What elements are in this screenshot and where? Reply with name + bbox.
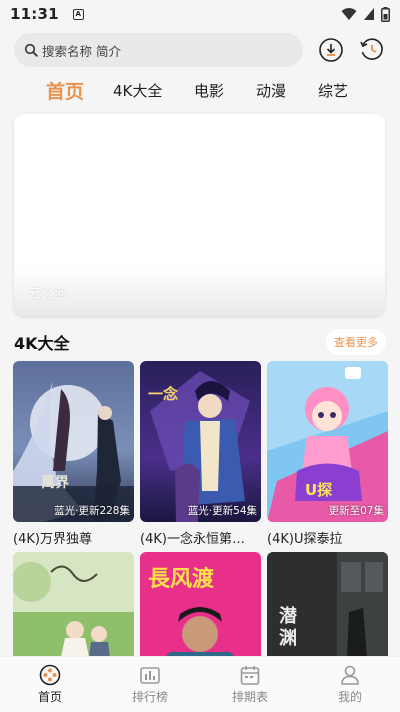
tab-home[interactable]: 首页 — [46, 76, 84, 104]
search-placeholder: 搜索名称 简介 — [42, 43, 121, 59]
category-tabs: 首页 4K大全 电影 动漫 综艺 — [0, 76, 400, 104]
update-badge: 蓝光·更新54集 — [187, 505, 257, 517]
banner-carousel[interactable]: 云之羽 — [14, 114, 385, 316]
nav-schedule[interactable]: 排期表 — [200, 657, 300, 712]
nav-ranking[interactable]: 排行榜 — [100, 657, 200, 712]
bottom-navigation: 首页 排行榜 排期表 我的 — [0, 656, 400, 712]
status-bar: 11:31 A — [0, 0, 400, 28]
card-title: (4K)万界独尊 — [13, 532, 92, 547]
card-title: (4K)一念永恒第… — [140, 532, 245, 547]
calendar-icon — [240, 666, 260, 685]
poster-image: U探 更新至07集 — [267, 361, 388, 522]
video-card[interactable]: 長风渡 — [140, 552, 261, 657]
poster-image: 一念 蓝光·更新54集 — [140, 361, 261, 522]
tab-variety[interactable]: 综艺 — [318, 76, 348, 104]
view-more-button[interactable]: 查看更多 — [326, 329, 386, 355]
card-title: (4K)U探泰拉 — [267, 532, 343, 547]
nav-schedule-label: 排期表 — [231, 690, 268, 704]
update-badge: 蓝光·更新228集 — [54, 505, 130, 517]
status-icons — [341, 6, 390, 22]
video-card[interactable]: 潜 渊 — [267, 552, 388, 657]
user-icon — [341, 665, 359, 685]
history-icon — [359, 38, 383, 60]
notification-icon: A — [72, 8, 84, 20]
cellular-icon — [364, 8, 374, 20]
search-icon — [24, 43, 38, 57]
video-card[interactable]: 一念 蓝光·更新54集 (4K)一念永恒第… — [140, 361, 261, 547]
film-reel-icon — [39, 664, 61, 686]
poster-image: 萬界 蓝光·更新228集 — [13, 361, 134, 522]
search-input[interactable]: 搜索名称 简介 — [14, 33, 303, 67]
svg-text:一念: 一念 — [148, 385, 178, 403]
svg-text:潜: 潜 — [279, 605, 298, 627]
nav-ranking-label: 排行榜 — [131, 690, 168, 704]
chart-icon — [140, 667, 160, 684]
battery-icon — [381, 6, 390, 22]
section-header: 4K大全 查看更多 — [14, 326, 386, 358]
svg-text:U探: U探 — [305, 481, 332, 499]
update-badge: 更新至07集 — [328, 505, 384, 517]
poster-title-text: 長风渡 — [148, 566, 215, 592]
wifi-icon — [341, 8, 357, 20]
tab-4k[interactable]: 4K大全 — [113, 76, 162, 104]
svg-text:萬界: 萬界 — [41, 474, 70, 491]
video-card[interactable] — [13, 552, 134, 657]
download-icon — [318, 38, 343, 62]
video-card[interactable]: U探 更新至07集 (4K)U探泰拉 — [267, 361, 388, 547]
nav-home[interactable]: 首页 — [0, 657, 100, 712]
download-button[interactable] — [317, 37, 344, 64]
svg-text:渊: 渊 — [279, 628, 297, 649]
nav-home-label: 首页 — [37, 690, 62, 704]
tab-movies[interactable]: 电影 — [194, 76, 224, 104]
nav-me[interactable]: 我的 — [300, 657, 400, 712]
nav-me-label: 我的 — [337, 690, 362, 704]
status-time: 11:31 — [10, 5, 59, 23]
history-button[interactable] — [358, 37, 385, 64]
video-card[interactable]: 萬界 蓝光·更新228集 (4K)万界独尊 — [13, 361, 134, 547]
section-title: 4K大全 — [14, 334, 70, 353]
search-row: 搜索名称 简介 — [14, 33, 394, 67]
tab-anime[interactable]: 动漫 — [256, 76, 286, 104]
banner-caption: 云之羽 — [28, 287, 68, 302]
